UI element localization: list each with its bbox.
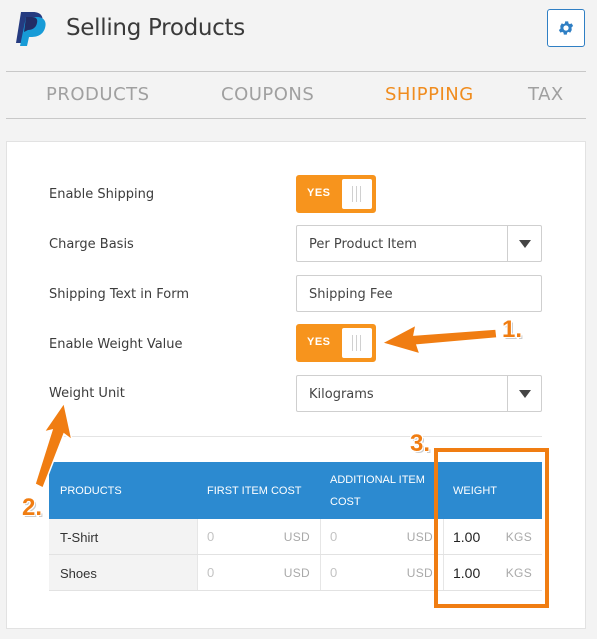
- chevron-down-icon[interactable]: [507, 376, 541, 411]
- charge-basis-select[interactable]: Per Product Item: [296, 225, 542, 262]
- currency-unit: USD: [406, 530, 433, 544]
- first-cost-input[interactable]: 0 USD: [197, 519, 320, 554]
- annotation-marker-1: 1.: [502, 316, 523, 343]
- charge-basis-label: Charge Basis: [49, 237, 134, 252]
- cost-value: 0: [330, 565, 338, 580]
- first-cost-input[interactable]: 0 USD: [197, 555, 320, 590]
- chevron-down-icon[interactable]: [507, 226, 541, 261]
- arrow-icon: [380, 323, 498, 356]
- shipping-text-input[interactable]: Shipping Fee: [296, 275, 542, 312]
- weight-unit-label: Weight Unit: [49, 386, 125, 401]
- paypal-logo-icon: [13, 10, 49, 46]
- toggle-state-text: YES: [307, 187, 331, 199]
- tab-tax[interactable]: TAX: [528, 84, 564, 105]
- tab-coupons[interactable]: COUPONS: [221, 84, 314, 105]
- product-name: Shoes: [49, 555, 197, 590]
- enable-weight-label: Enable Weight Value: [49, 337, 183, 352]
- enable-shipping-label: Enable Shipping: [49, 187, 155, 202]
- column-header: COST: [330, 496, 361, 508]
- page-title: Selling Products: [66, 15, 245, 41]
- cost-value: 0: [207, 565, 215, 580]
- enable-weight-toggle[interactable]: YES: [296, 324, 376, 362]
- currency-unit: USD: [283, 530, 310, 544]
- annotation-marker-3: 3.: [410, 430, 431, 457]
- header: Selling Products: [0, 0, 597, 62]
- annotation-marker-2: 2.: [22, 494, 43, 521]
- divider: [49, 436, 542, 437]
- toggle-knob: [342, 179, 372, 209]
- currency-unit: USD: [406, 566, 433, 580]
- gear-icon: [558, 21, 574, 35]
- tab-products[interactable]: PRODUCTS: [46, 84, 150, 105]
- additional-cost-input[interactable]: 0 USD: [320, 519, 443, 554]
- currency-unit: USD: [283, 566, 310, 580]
- tab-shipping[interactable]: SHIPPING: [385, 84, 474, 105]
- cost-value: 0: [207, 529, 215, 544]
- shipping-text-label: Shipping Text in Form: [49, 287, 189, 302]
- product-name: T-Shirt: [49, 519, 197, 554]
- charge-basis-value: Per Product Item: [309, 237, 417, 252]
- weight-unit-select[interactable]: Kilograms: [296, 375, 542, 412]
- enable-shipping-toggle[interactable]: YES: [296, 175, 376, 213]
- toggle-knob: [342, 328, 372, 358]
- additional-cost-input[interactable]: 0 USD: [320, 555, 443, 590]
- cost-value: 0: [330, 529, 338, 544]
- tab-bar: PRODUCTS COUPONS SHIPPING TAX: [6, 71, 586, 119]
- weight-column-highlight: [434, 448, 549, 608]
- shipping-text-value: Shipping Fee: [309, 287, 393, 302]
- column-header: ADDITIONAL ITEM: [330, 474, 425, 486]
- weight-unit-value: Kilograms: [309, 387, 374, 402]
- toggle-state-text: YES: [307, 336, 331, 348]
- arrow-icon: [34, 401, 74, 490]
- settings-button[interactable]: [547, 9, 585, 47]
- column-header: FIRST ITEM COST: [207, 485, 302, 497]
